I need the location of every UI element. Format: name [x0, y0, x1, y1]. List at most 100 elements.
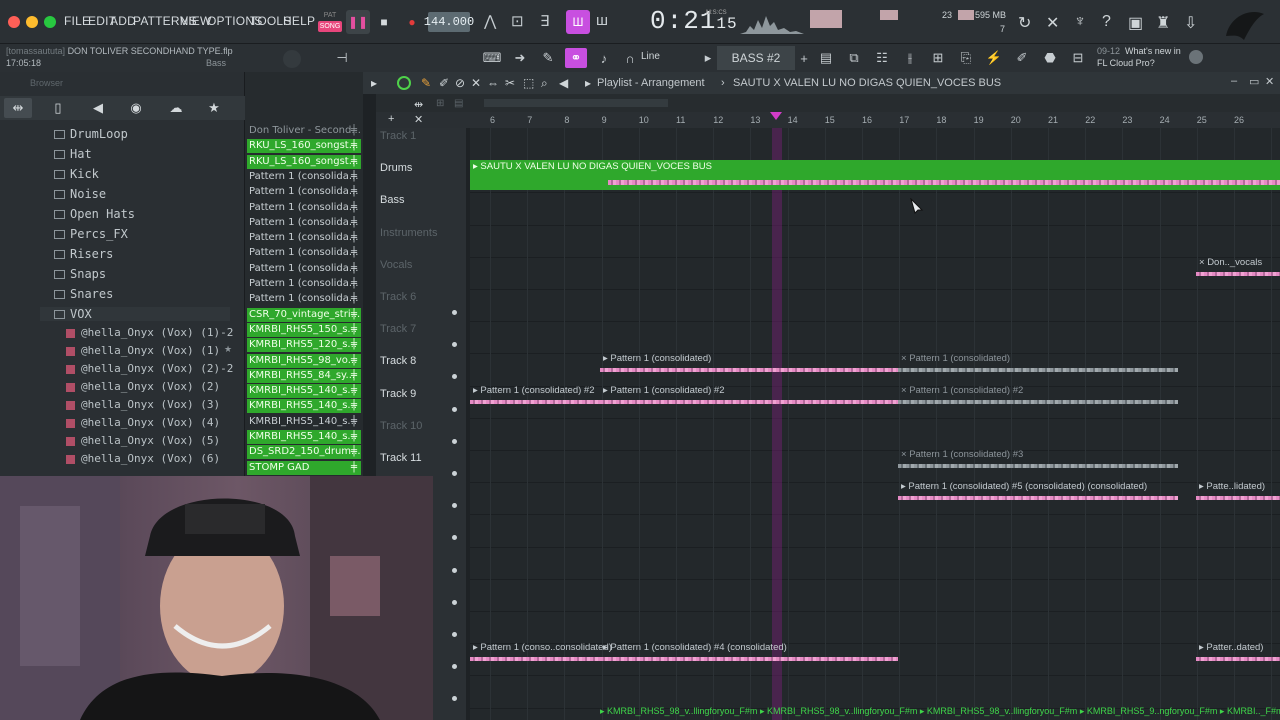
- pattern-item[interactable]: DS_SRD2_150_drum... ╪: [247, 445, 361, 460]
- pencil-tool-icon[interactable]: ✎: [421, 76, 431, 90]
- pattern-item[interactable]: Pattern 1 (consolida... ╪: [247, 185, 361, 199]
- track-name[interactable]: Track 1: [380, 130, 416, 142]
- pattern-item[interactable]: KMRBI_RHS5_140_s... ╪: [247, 399, 361, 414]
- pattern-item[interactable]: Pattern 1 (consolida... ╪: [247, 292, 361, 306]
- close-window-icon[interactable]: [8, 16, 20, 28]
- mixer-window-icon[interactable]: ☷: [871, 48, 893, 68]
- bottom-clip-c[interactable]: ▸ Patter..dated): [1196, 641, 1280, 665]
- mute-tool-icon[interactable]: ✕: [471, 76, 481, 90]
- track-mute-icon[interactable]: [452, 503, 457, 509]
- pattern-item[interactable]: KMRBI_RHS5_120_s... ╪: [247, 338, 361, 353]
- pattern-item[interactable]: Don Toliver - Second... ╪: [247, 124, 361, 138]
- track-mute-icon[interactable]: [452, 696, 457, 702]
- pat-song-toggle[interactable]: PAT SONG: [318, 10, 342, 36]
- magnet-snap-icon[interactable]: [397, 76, 411, 90]
- track-name[interactable]: Instruments: [380, 227, 437, 239]
- magnet-icon[interactable]: ∩: [619, 48, 641, 68]
- overview-scroll[interactable]: [484, 99, 668, 107]
- menu-help[interactable]: HELP: [283, 14, 315, 28]
- pattern-item[interactable]: Pattern 1 (consolida... ╪: [247, 262, 361, 276]
- cart-icon[interactable]: ⊟: [1067, 48, 1089, 68]
- folder-risers[interactable]: Risers: [54, 247, 113, 261]
- folder-drumloop[interactable]: DrumLoop: [54, 127, 128, 141]
- snap-mode[interactable]: Line: [641, 51, 660, 62]
- track-mute-icon[interactable]: [452, 632, 457, 637]
- eq-icon[interactable]: ⫲: [899, 48, 921, 68]
- microphone-icon[interactable]: ♆: [1074, 13, 1086, 31]
- pattern-item[interactable]: CSR_70_vintage_stri... ╪: [247, 307, 361, 322]
- track12-clip-a[interactable]: ▸ Pattern 1 (consolidated) #5 (consolida…: [898, 480, 1178, 504]
- minimize-playlist-icon[interactable]: –: [1231, 75, 1237, 87]
- news-line1[interactable]: What's new in: [1125, 46, 1181, 56]
- bottom-clip-b[interactable]: ▸ Pattern 1 (consolidated) #4 (consolida…: [600, 641, 898, 665]
- vocals-clip[interactable]: × Don.._vocals: [1196, 256, 1280, 280]
- track-mute-icon[interactable]: [452, 438, 457, 444]
- folder-open-hats[interactable]: Open Hats: [54, 207, 135, 221]
- track-name[interactable]: Bass: [380, 194, 404, 206]
- track-mute-icon[interactable]: [452, 567, 457, 573]
- browser-favorites-icon[interactable]: ★: [200, 98, 228, 118]
- tempo-display[interactable]: 144.000: [424, 12, 474, 32]
- sample-item[interactable]: @hella_Onyx (Vox) (2): [66, 380, 220, 393]
- tag-icon[interactable]: ⬣: [1039, 48, 1061, 68]
- track-mute-icon[interactable]: [452, 406, 457, 412]
- download-icon[interactable]: ⇩: [1184, 13, 1197, 33]
- playhead-triangle-icon[interactable]: [770, 112, 782, 120]
- mixer-icon[interactable]: ✕: [1046, 13, 1059, 33]
- pattern-item[interactable]: KMRBI_RHS5_140_s... ╪: [247, 415, 361, 429]
- pattern-item[interactable]: KMRBI_RHS5_140_s... ╪: [247, 430, 361, 444]
- stamp-icon[interactable]: ✐: [1011, 48, 1033, 68]
- track9-clip-b[interactable]: ▸ Pattern 1 (consolidated) #2: [600, 384, 898, 408]
- pattern-item[interactable]: Pattern 1 (consolida... ╪: [247, 216, 361, 230]
- master-pitch-icon[interactable]: [880, 10, 898, 20]
- step-edit-icon[interactable]: Ш: [566, 10, 590, 34]
- blend-notes-icon[interactable]: ш: [596, 12, 608, 29]
- copy-icon[interactable]: ⎘: [955, 48, 977, 68]
- channel-rack-icon[interactable]: ⧉: [843, 48, 865, 68]
- maximize-playlist-icon[interactable]: ▭: [1249, 75, 1259, 88]
- track-name[interactable]: Track 8: [380, 355, 416, 367]
- browser-all-icon[interactable]: ⇹: [4, 98, 32, 118]
- track-name[interactable]: Drums: [380, 162, 412, 174]
- plugin-icon[interactable]: ♜: [1156, 13, 1170, 33]
- track-mute-icon[interactable]: [452, 664, 457, 670]
- track-mute-icon[interactable]: [452, 310, 457, 315]
- select-tool-icon[interactable]: ⬚: [523, 76, 534, 90]
- track-name[interactable]: Track 10: [380, 420, 422, 432]
- track-name[interactable]: Vocals: [380, 259, 412, 271]
- playhead-marker[interactable]: [772, 128, 782, 720]
- metronome-icon[interactable]: ⋀: [484, 12, 496, 30]
- close-playlist-icon[interactable]: ✕: [1265, 75, 1274, 88]
- sample-item[interactable]: @hella_Onyx (Vox) (6): [66, 452, 220, 465]
- globe-icon[interactable]: [1189, 50, 1203, 64]
- folder-snares[interactable]: Snares: [54, 287, 113, 301]
- track-mute-icon[interactable]: [452, 535, 457, 541]
- pattern-item[interactable]: KMRBI_RHS5_150_s... ╪: [247, 322, 361, 337]
- browser-cloud-icon[interactable]: ☁: [162, 98, 190, 118]
- piano-roll-icon[interactable]: ⌨: [481, 48, 503, 68]
- pattern-item[interactable]: KMRBI_RHS5_98_vo... ╪: [247, 353, 361, 368]
- bus-clip[interactable]: ▸ SAUTU X VALEN LU NO DIGAS QUIEN_VOCES …: [470, 160, 1280, 190]
- sample-item[interactable]: @hella_Onyx (Vox) (3): [66, 398, 220, 411]
- master-knob[interactable]: [283, 50, 301, 68]
- zoom-tool-icon[interactable]: ⌕: [541, 76, 548, 91]
- plug-icon[interactable]: ⚡: [983, 48, 1005, 68]
- pattern-item[interactable]: Pattern 1 (consolida... ╪: [247, 201, 361, 215]
- menu-file[interactable]: FILE: [64, 14, 90, 28]
- browser-db-icon[interactable]: ◉: [122, 98, 150, 118]
- playlist-arrow-icon[interactable]: ▸: [585, 76, 591, 90]
- save-icon[interactable]: ▣: [1128, 13, 1143, 33]
- pause-button[interactable]: ❚❚: [346, 10, 370, 34]
- track-mute-icon[interactable]: [452, 342, 457, 348]
- sample-item[interactable]: @hella_Onyx (Vox) (1)-2: [66, 326, 233, 339]
- bottom-green-clips[interactable]: ▸ KMRBI_RHS5_98_v..llingforyou_F#m ▸ KMR…: [600, 706, 1280, 720]
- track11-clip[interactable]: × Pattern 1 (consolidated) #3: [898, 448, 1178, 472]
- playlist-icon[interactable]: ▤: [815, 48, 837, 68]
- slice-tool-icon[interactable]: ✂: [505, 76, 515, 90]
- track-mute-icon[interactable]: [452, 374, 457, 380]
- folder-hat[interactable]: Hat: [54, 147, 92, 161]
- pattern-item[interactable]: KMRBI_RHS5_84_sy... ╪: [247, 368, 361, 383]
- track9-clip-a[interactable]: ▸ Pattern 1 (consolidated) #2: [470, 384, 600, 408]
- browser-plugins-icon[interactable]: ◀: [84, 98, 112, 118]
- track-mute-icon[interactable]: [452, 471, 457, 476]
